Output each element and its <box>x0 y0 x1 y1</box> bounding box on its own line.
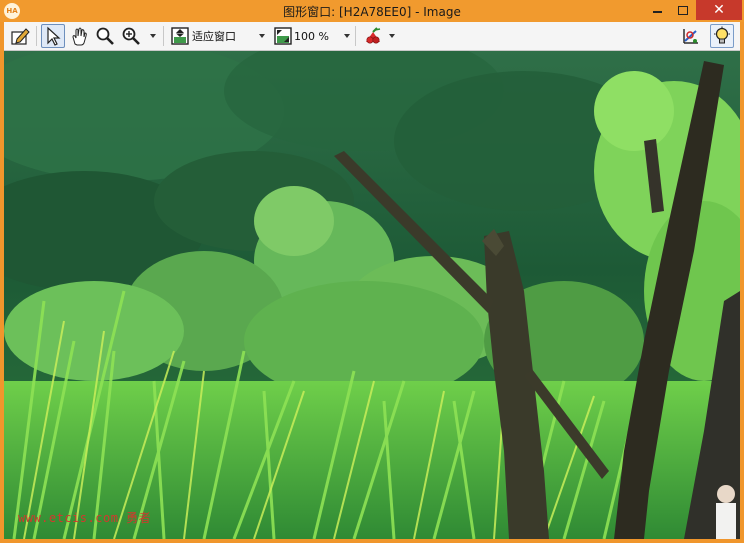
fit-window-button[interactable] <box>168 24 192 48</box>
zoom-percent-icon <box>274 27 292 45</box>
lightbulb-icon <box>714 26 730 44</box>
image-watermark: www.etcis.com 勇者 <box>18 511 152 525</box>
window-title: 图形窗口: [H2A78EE0] - Image <box>283 5 461 19</box>
pointer-tool-button[interactable] <box>41 24 65 48</box>
graph-button[interactable] <box>678 24 702 48</box>
edit-button[interactable] <box>8 24 32 48</box>
color-button[interactable] <box>361 24 385 48</box>
zoom-dropdown-arrow-icon[interactable] <box>150 34 156 38</box>
magnify-tool-button[interactable] <box>93 24 117 48</box>
toolbar-separator <box>355 26 356 46</box>
zoom-level-dropdown-arrow-icon[interactable] <box>344 34 350 38</box>
fit-mode-select[interactable]: 适应窗口 <box>192 25 262 47</box>
pan-tool-button[interactable] <box>67 24 91 48</box>
title-bar[interactable]: HA 图形窗口: [H2A78EE0] - Image ✕ <box>0 0 744 22</box>
zoom-level-select[interactable]: 100 % <box>294 25 350 47</box>
minimize-button[interactable] <box>644 0 670 20</box>
magnifier-icon <box>96 27 114 45</box>
pointer-arrow-icon <box>47 26 61 46</box>
zoom-in-button[interactable] <box>119 24 143 48</box>
color-dropdown-arrow-icon[interactable] <box>389 34 395 38</box>
hints-button[interactable] <box>710 24 734 48</box>
toolbar-separator <box>163 26 164 46</box>
window-border-bottom <box>4 539 740 543</box>
graphics-toolbar: 适应窗口 100 % <box>4 22 740 51</box>
minimize-icon <box>652 11 662 13</box>
edit-pen-icon <box>11 28 30 45</box>
axis-graph-icon <box>683 29 698 44</box>
close-button[interactable]: ✕ <box>696 0 742 20</box>
color-palette-icon <box>366 27 381 44</box>
fit-window-icon <box>171 27 189 45</box>
toolbar-separator <box>36 26 37 46</box>
zoom-percent-button[interactable] <box>271 24 295 48</box>
zoom-in-icon <box>122 27 140 45</box>
forest-scene-image <box>4 51 740 539</box>
maximize-icon <box>678 5 688 15</box>
maximize-button[interactable] <box>670 0 696 20</box>
image-display-canvas[interactable]: www.etcis.com 勇者 <box>4 51 740 539</box>
pan-hand-icon <box>72 27 87 46</box>
fit-mode-dropdown-arrow-icon[interactable] <box>259 34 265 38</box>
